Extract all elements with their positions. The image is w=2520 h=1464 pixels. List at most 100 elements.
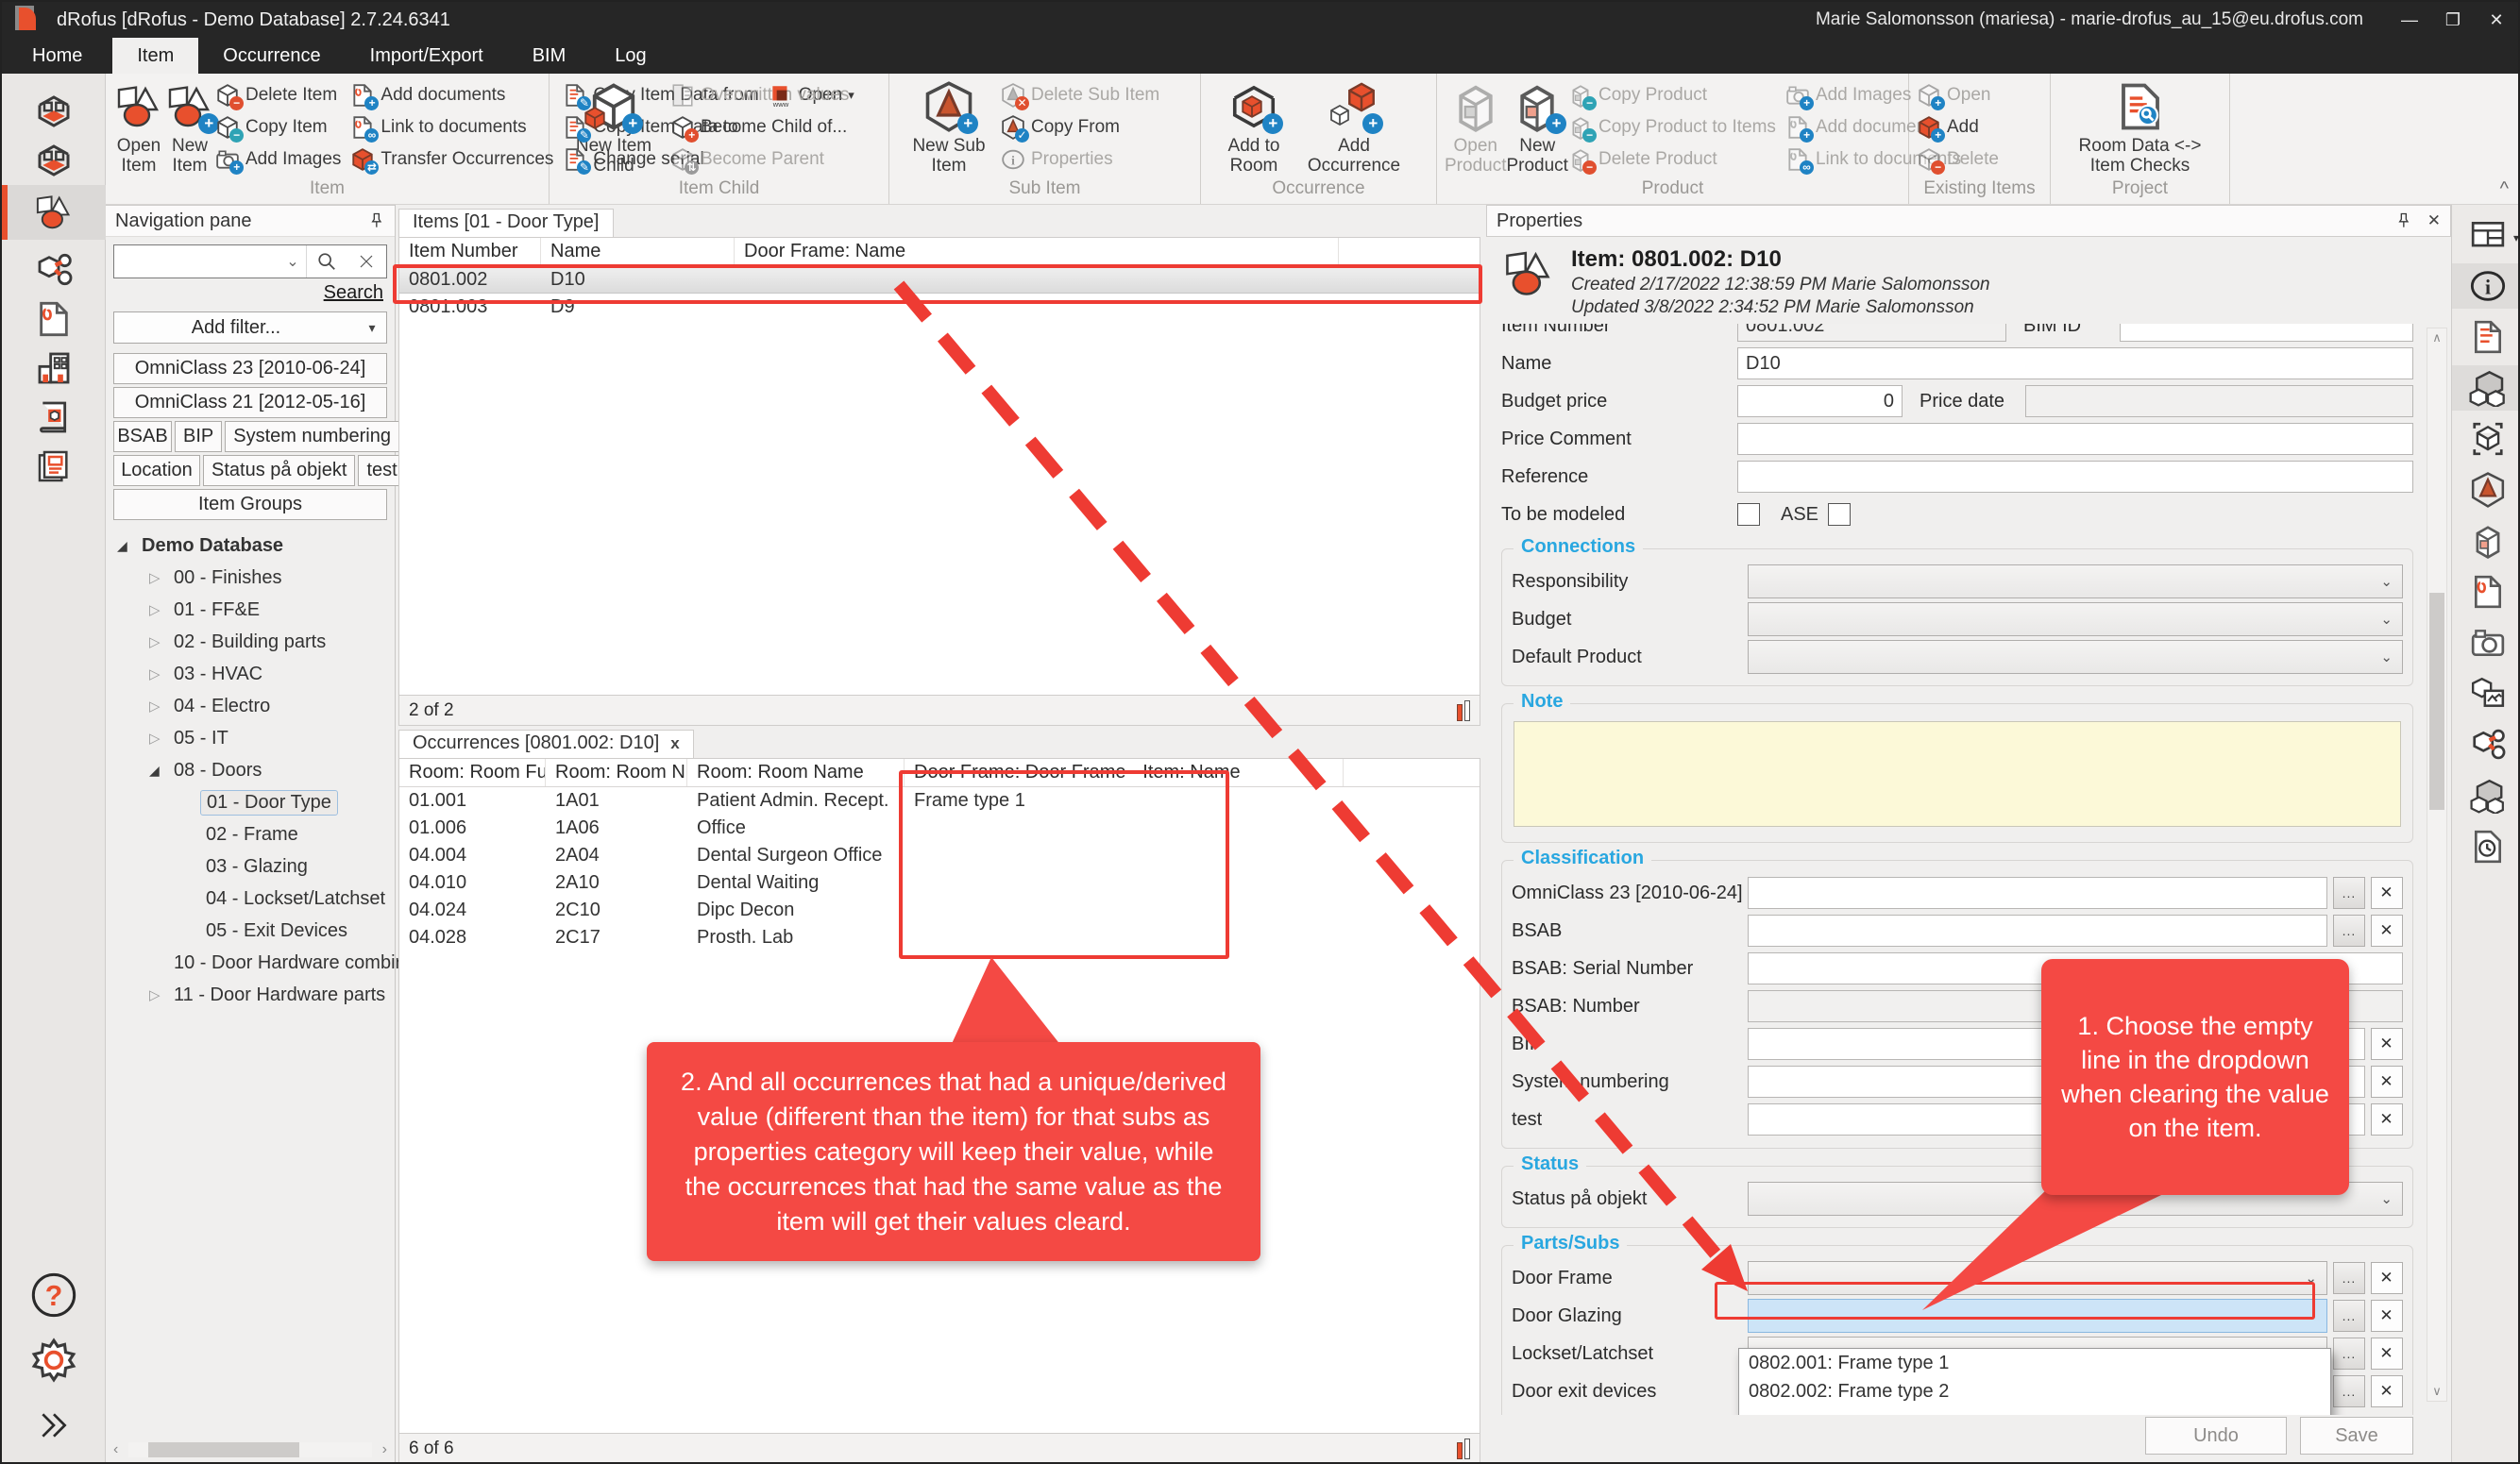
- tool-products-button[interactable]: [2452, 518, 2520, 564]
- menu-tab-bim[interactable]: BIM: [508, 38, 591, 74]
- sidebar-buildings-button[interactable]: [2, 344, 106, 393]
- open-product-button[interactable]: Open Product: [1445, 77, 1506, 176]
- tree-expanded-icon[interactable]: ◢: [117, 538, 142, 554]
- new-sub-item-button[interactable]: + New Sub Item: [897, 77, 1001, 176]
- item-row[interactable]: 0801.002D10: [399, 266, 1480, 294]
- menu-tab-import-export[interactable]: Import/Export: [346, 38, 508, 74]
- door-glazing-browse-button[interactable]: ...: [2333, 1300, 2365, 1332]
- sidebar-reports-button[interactable]: [2, 442, 106, 491]
- tree-collapsed-icon[interactable]: ▷: [149, 601, 174, 618]
- filter-bsab[interactable]: BSAB: [113, 421, 172, 452]
- column-header[interactable]: Item Number: [399, 238, 541, 265]
- occurrence-row[interactable]: 04.0282C17Prosth. Lab: [399, 924, 1480, 951]
- tree-collapsed-icon[interactable]: ▷: [149, 986, 174, 1003]
- tree-item[interactable]: 02 - Frame: [113, 818, 387, 850]
- menu-tab-home[interactable]: Home: [2, 38, 112, 74]
- add-filter-dropdown[interactable]: Add filter... ▾: [113, 311, 387, 344]
- scroll-up-icon[interactable]: ∧: [2432, 328, 2442, 347]
- responsibility-dropdown[interactable]: ⌄: [1748, 564, 2403, 598]
- column-header[interactable]: Room: Room N...: [546, 759, 687, 786]
- tree-item[interactable]: 05 - Exit Devices: [113, 915, 387, 947]
- tool-item-data-button[interactable]: [2452, 314, 2520, 360]
- become-child-of-button[interactable]: +Become Child of...: [670, 111, 849, 143]
- scroll-down-icon[interactable]: ∨: [2432, 1382, 2442, 1401]
- scroll-right-icon[interactable]: ›: [372, 1441, 387, 1458]
- search-link[interactable]: Search: [324, 282, 383, 303]
- existing-delete-button[interactable]: −Delete: [1917, 143, 1999, 176]
- price-comment-field[interactable]: [1737, 423, 2413, 455]
- bsab-browse-button[interactable]: ...: [2333, 915, 2365, 947]
- occurrence-row[interactable]: 01.0011A01Patient Admin. Recept.Frame ty…: [399, 787, 1480, 815]
- link-to-documents-button[interactable]: ∞Link to documents: [350, 111, 553, 143]
- column-header[interactable]: Door Frame: Door Frame - Item: Name: [905, 759, 1344, 786]
- tool-sub-items-button[interactable]: [2452, 467, 2520, 513]
- budget-price-field[interactable]: 0: [1737, 385, 1903, 417]
- default-product-dropdown[interactable]: ⌄: [1748, 640, 2403, 674]
- column-header[interactable]: Room: Room Fu...: [399, 759, 546, 786]
- lockset-latchset-browse-button[interactable]: ...: [2333, 1338, 2365, 1370]
- sub-item-properties-button[interactable]: Properties: [1001, 143, 1159, 176]
- open-item-button[interactable]: Open Item: [113, 77, 164, 176]
- minimize-button[interactable]: —: [2388, 2, 2431, 38]
- pane-report-icon[interactable]: [1457, 700, 1470, 721]
- bsab-clear-button[interactable]: ✕: [2371, 915, 2403, 947]
- door-exit-devices-browse-button[interactable]: ...: [2333, 1375, 2365, 1407]
- clear-search-button[interactable]: [347, 245, 386, 278]
- omniclass23-clear-button[interactable]: ✕: [2371, 877, 2403, 909]
- occurrence-row[interactable]: 04.0242C10Dipc Decon: [399, 897, 1480, 924]
- occurrence-row[interactable]: 04.0102A10Dental Waiting: [399, 869, 1480, 897]
- note-textarea[interactable]: [1514, 721, 2401, 827]
- tree-item[interactable]: ▷01 - FF&E: [113, 594, 387, 626]
- tree-item[interactable]: ▷05 - IT: [113, 722, 387, 754]
- existing-add-button[interactable]: +Add: [1917, 111, 1999, 143]
- menu-tab-occurrence[interactable]: Occurrence: [198, 38, 345, 74]
- existing-open-button[interactable]: +Open: [1917, 79, 1999, 111]
- name-field[interactable]: D10: [1737, 347, 2413, 379]
- sidebar-systems-button[interactable]: [2, 245, 106, 294]
- menu-tab-item[interactable]: Item: [112, 38, 198, 74]
- column-header[interactable]: Name: [541, 238, 735, 265]
- tool-bim-object-button[interactable]: [2452, 416, 2520, 462]
- budget-dropdown[interactable]: ⌄: [1748, 602, 2403, 636]
- filter-bip[interactable]: BIP: [175, 421, 222, 452]
- tree-item[interactable]: 04 - Lockset/Latchset: [113, 883, 387, 915]
- tree-item[interactable]: 03 - Glazing: [113, 850, 387, 883]
- pin-icon[interactable]: [2393, 211, 2412, 230]
- transfer-occurrences-button[interactable]: ⇄Transfer Occurrences: [350, 143, 553, 176]
- test-clear-button[interactable]: ✕: [2371, 1103, 2403, 1136]
- save-button[interactable]: Save: [2300, 1417, 2413, 1455]
- tree-expanded-icon[interactable]: ◢: [149, 763, 174, 779]
- tool-item-systems-button[interactable]: [2452, 722, 2520, 767]
- pin-icon[interactable]: [366, 211, 385, 230]
- tree-item[interactable]: ▷00 - Finishes: [113, 562, 387, 594]
- menu-tab-log[interactable]: Log: [590, 38, 670, 74]
- copy-product-to-items-button[interactable]: −Copy Product to Items: [1568, 111, 1776, 143]
- sidebar-rooms-button[interactable]: [2, 87, 106, 136]
- filter-status-pa-objekt[interactable]: Status på objekt: [203, 455, 355, 486]
- omniclass23-browse-button[interactable]: ...: [2333, 877, 2365, 909]
- dropdown-option[interactable]: 0802.001: Frame type 1: [1739, 1349, 2330, 1377]
- item-row[interactable]: 0801.003D9: [399, 294, 1480, 321]
- tree-item[interactable]: 10 - Door Hardware combir: [113, 947, 387, 979]
- tool-occurrences-button[interactable]: [2452, 365, 2520, 411]
- reference-field[interactable]: [1737, 461, 2413, 493]
- door-exit-devices-clear-button[interactable]: ✕: [2371, 1375, 2403, 1407]
- nav-horizontal-scrollbar[interactable]: ‹ ›: [113, 1441, 387, 1458]
- tree-collapsed-icon[interactable]: ▷: [149, 730, 174, 747]
- close-button[interactable]: ✕: [2475, 2, 2518, 38]
- delete-item-button[interactable]: −Delete Item: [215, 79, 341, 111]
- tool-item-bim-button[interactable]: [2452, 671, 2520, 716]
- occurrence-row[interactable]: 04.0042A04Dental Surgeon Office: [399, 842, 1480, 869]
- properties-scrollbar[interactable]: ∧ ∨: [2427, 328, 2447, 1402]
- ase-checkbox[interactable]: [1828, 503, 1851, 526]
- bsab-field[interactable]: [1748, 915, 2327, 947]
- room-data-item-checks-button[interactable]: Room Data <-> Item Checks: [2060, 77, 2221, 176]
- tree-item[interactable]: ◢Demo Database: [113, 530, 387, 562]
- column-header[interactable]: Room: Room Name: [687, 759, 905, 786]
- delete-product-button[interactable]: −Delete Product: [1568, 143, 1776, 176]
- dropdown-option[interactable]: 0802.002: Frame type 2: [1739, 1377, 2330, 1405]
- settings-button[interactable]: [2, 1337, 106, 1384]
- become-parent-button[interactable]: ⇅Become Parent: [670, 143, 849, 176]
- sidebar-items-button[interactable]: [2, 185, 106, 240]
- filter-omniclass21[interactable]: OmniClass 21 [2012-05-16]: [113, 387, 387, 418]
